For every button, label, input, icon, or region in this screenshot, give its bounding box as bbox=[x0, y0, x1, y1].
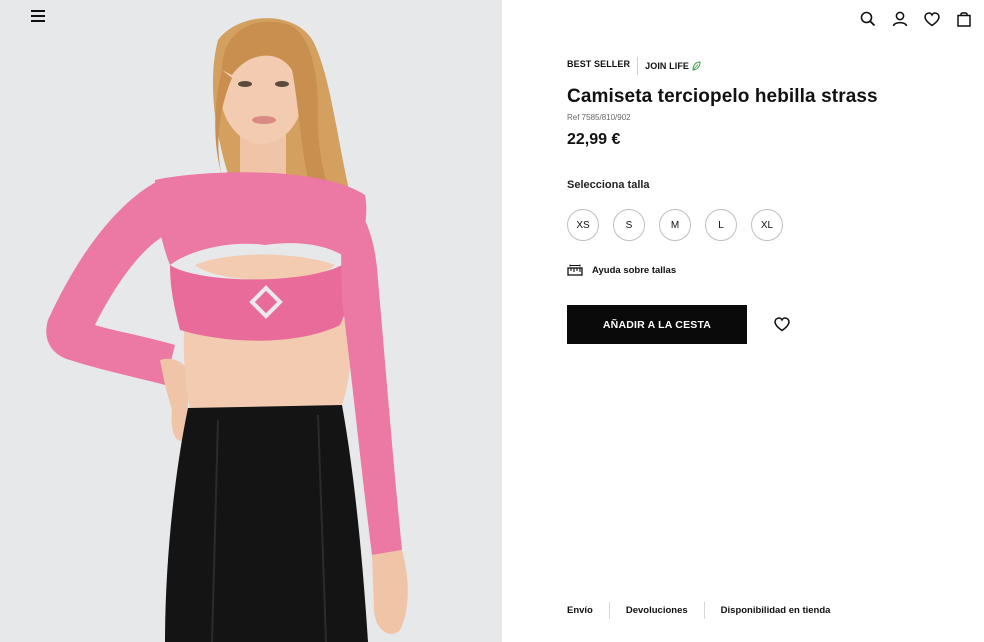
size-option-xl[interactable]: XL bbox=[751, 209, 783, 241]
footer-links: Envío Devoluciones Disponibilidad en tie… bbox=[567, 602, 830, 619]
size-guide-label: Ayuda sobre tallas bbox=[592, 264, 677, 276]
wishlist-heart-icon[interactable] bbox=[772, 315, 792, 333]
product-badges: BEST SELLER JOIN LIFE bbox=[567, 57, 701, 75]
header-icons bbox=[856, 8, 976, 30]
size-guide-link[interactable]: Ayuda sobre tallas bbox=[567, 264, 676, 276]
heart-icon[interactable] bbox=[920, 8, 944, 30]
size-option-l[interactable]: L bbox=[705, 209, 737, 241]
size-option-s[interactable]: S bbox=[613, 209, 645, 241]
store-availability-link[interactable]: Disponibilidad en tienda bbox=[721, 605, 831, 616]
model-photo-illustration bbox=[46, 18, 408, 642]
shipping-link[interactable]: Envío bbox=[567, 605, 593, 616]
leaf-icon bbox=[692, 61, 701, 71]
divider bbox=[703, 602, 705, 619]
user-icon[interactable] bbox=[888, 8, 912, 30]
divider bbox=[608, 602, 610, 619]
add-to-cart-button[interactable]: AÑADIR A LA CESTA bbox=[567, 305, 747, 344]
size-option-xs[interactable]: XS bbox=[567, 209, 599, 241]
ruler-icon bbox=[567, 264, 583, 276]
product-image[interactable] bbox=[0, 0, 502, 642]
bag-icon[interactable] bbox=[952, 8, 976, 30]
join-life-label: JOIN LIFE bbox=[645, 60, 690, 71]
join-life-badge: JOIN LIFE bbox=[638, 60, 701, 73]
hamburger-menu-icon[interactable] bbox=[31, 10, 49, 28]
size-option-m[interactable]: M bbox=[659, 209, 691, 241]
product-reference: Ref 7585/810/902 bbox=[567, 113, 631, 122]
product-price: 22,99 € bbox=[567, 131, 621, 148]
returns-link[interactable]: Devoluciones bbox=[626, 605, 688, 616]
product-info-panel: BEST SELLER JOIN LIFE Camiseta terciopel… bbox=[502, 0, 984, 642]
search-icon[interactable] bbox=[856, 8, 880, 30]
size-selector: XS S M L XL bbox=[567, 209, 783, 241]
product-title: Camiseta terciopelo hebilla strass bbox=[567, 86, 878, 107]
size-selector-label: Selecciona talla bbox=[567, 179, 650, 191]
best-seller-badge: BEST SELLER bbox=[567, 57, 639, 75]
